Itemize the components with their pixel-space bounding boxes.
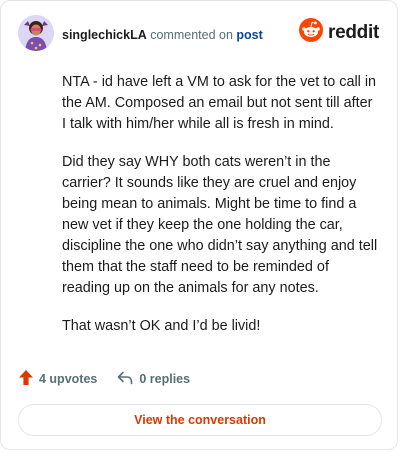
comment-paragraph: Did they say WHY both cats weren’t in th… [62,154,378,296]
avatar[interactable] [18,15,54,51]
comment-header: singlechickLA commented on post reddit [18,15,379,53]
upvote-button[interactable]: 4 upvotes [19,370,97,388]
comment-paragraph: That wasn’t OK and I’d be livid! [62,318,261,334]
reddit-logo[interactable]: reddit [299,18,379,47]
comment-paragraph: NTA - id have left a VM to ask for the v… [62,74,377,132]
reply-button[interactable]: 0 replies [117,371,190,388]
upvote-arrow-icon [19,370,33,388]
embedded-comment-card: singlechickLA commented on post reddit N… [0,0,398,450]
commented-on-text: commented on [150,28,233,42]
upvote-count: 4 upvotes [39,372,98,386]
username-link[interactable]: singlechickLA [62,28,147,42]
byline: singlechickLA commented on post [62,28,263,42]
comment-body: NTA - id have left a VM to ask for the v… [62,72,380,354]
reply-arrow-icon [117,371,133,388]
post-link[interactable]: post [236,28,262,42]
reddit-snoo-icon [299,18,324,47]
reply-count: 0 replies [139,372,191,386]
view-conversation-button[interactable]: View the conversation [18,404,382,436]
comment-actions: 4 upvotes 0 replies [19,370,190,388]
reddit-wordmark: reddit [328,21,379,43]
